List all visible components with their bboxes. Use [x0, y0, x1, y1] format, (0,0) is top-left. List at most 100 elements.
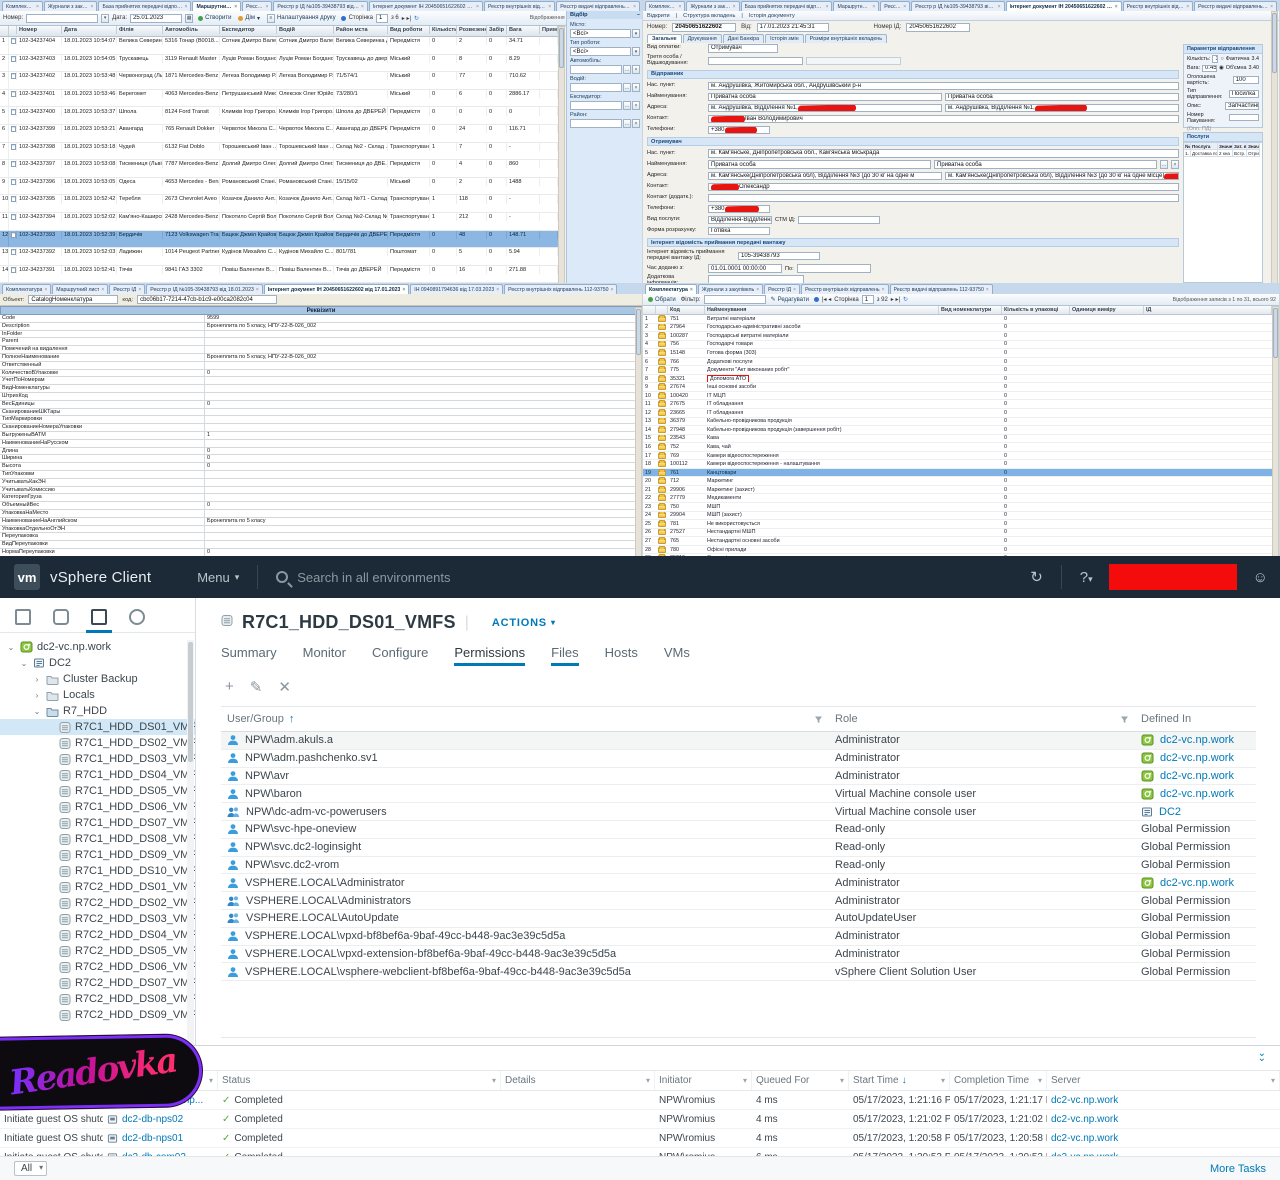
tree-item[interactable]: R7C2_HDD_DS05_VMFS [0, 943, 195, 959]
req-row[interactable]: ШтрихКод [0, 392, 642, 401]
tree-item[interactable]: R7C2_HDD_DS09_VMFS [0, 1007, 195, 1023]
form-input[interactable]: Готівка [708, 226, 770, 236]
lookup-icon[interactable]: … [1160, 160, 1168, 170]
tab-item[interactable]: База прийнятих передачі відповідальності… [98, 1, 192, 11]
column-header[interactable]: Водій [277, 26, 334, 34]
tab-permissions[interactable]: Permissions [454, 645, 525, 666]
permission-row[interactable]: VSPHERE.LOCAL\AutoUpdate AutoUpdateUser Gl… [221, 909, 1256, 928]
tab-hosts[interactable]: Hosts [605, 645, 638, 666]
column-header[interactable]: Вид роботи [388, 26, 430, 34]
catalog-row[interactable]: 3 100287 Господарські витратні матеріали 0 [643, 332, 1272, 341]
actions-button[interactable]: ACTIONS ▾ [492, 617, 556, 629]
refresh-icon[interactable]: ↻ [414, 15, 419, 22]
req-row[interactable]: Ширина 0 [0, 455, 642, 464]
catalog-row[interactable]: 28 780 Офісні прилади 0 [643, 545, 1272, 555]
cat-page-input[interactable]: 1 [861, 295, 874, 304]
param-input[interactable]: 100 [1232, 76, 1259, 84]
clear-icon[interactable]: × [632, 119, 640, 128]
tree-item[interactable]: R7C1_HDD_DS08_VMFS [0, 831, 195, 847]
filter-input[interactable] [570, 83, 622, 92]
tree-item[interactable]: R7C2_HDD_DS04_VMFS [0, 927, 195, 943]
tab-item[interactable]: Реєстр внутрішніх відправлень× [483, 1, 556, 11]
radio-icon[interactable]: ○ [1220, 56, 1223, 62]
tree-caret-icon[interactable]: ⌄ [19, 659, 29, 668]
column-header[interactable]: Status ▾ [218, 1071, 501, 1090]
collapse-panel-icon[interactable]: ⌄ ⌄ [1258, 1049, 1266, 1064]
column-header[interactable]: Completion Time ▾ [950, 1071, 1047, 1090]
tab-close-icon[interactable]: × [756, 287, 759, 293]
filter-input[interactable] [570, 65, 622, 74]
tab-close-icon[interactable]: × [690, 287, 693, 293]
tab-close-icon[interactable]: × [633, 4, 636, 10]
tab-close-icon[interactable]: × [234, 4, 237, 10]
param-input[interactable]: Запчастини [1225, 102, 1259, 110]
add-permission-button[interactable]: + [225, 678, 234, 696]
table-row[interactable]: 11 102-34237394 18.01.2023 10:52:02 Кам'яно… [0, 212, 558, 231]
tree-item[interactable]: R7C1_HDD_DS05_VMFS [0, 783, 195, 799]
tree-item[interactable]: R7C1_HDD_DS03_VMFS [0, 751, 195, 767]
dropdown-icon[interactable]: ▾ [632, 29, 640, 38]
doc-subtab[interactable]: Історія змін [765, 34, 804, 43]
tree-item[interactable]: R7C1_HDD_DS10_VMFS [0, 863, 195, 879]
task-server-link[interactable]: dc2-vc.np.work [1051, 1095, 1118, 1106]
filter-icon[interactable] [814, 715, 823, 724]
home-button[interactable]: Дім ▾ [236, 13, 262, 24]
table-row[interactable]: 12 102-34237393 18.01.2023 10:52:39 Бердичі… [0, 230, 558, 249]
table-row[interactable]: 4 102-34237401 18.01.2023 10:53:46 Берегоме… [0, 89, 558, 108]
defined-in-link[interactable]: dc2-vc.np.work [1160, 752, 1234, 764]
column-header[interactable]: Server ▾ [1047, 1071, 1280, 1090]
help-menu[interactable]: ?▾ [1080, 569, 1093, 586]
tab-item[interactable]: Реєстр ІД× [242, 1, 273, 11]
tab-item[interactable]: Реєстр внутрішніх відправлень× [801, 284, 889, 294]
task-target-link[interactable]: dc2-db-nps01 [122, 1133, 183, 1144]
networking-icon[interactable] [126, 608, 148, 626]
req-row[interactable]: Code 9599 [0, 315, 642, 323]
catalog-row[interactable]: 16 752 Кава, чай 0 [643, 443, 1272, 452]
tab-item[interactable]: Реєстр р ІД №105-39438793 від 18.01.2023… [273, 1, 368, 11]
vms-templates-icon[interactable] [50, 608, 72, 626]
catalog-row[interactable]: 10 100420 ІТ МЦП 0 [643, 391, 1272, 401]
req-row[interactable]: УпаковкаОтдельноОтЭН [0, 525, 642, 534]
route-table-scrollbar[interactable] [558, 26, 565, 288]
tab-close-icon[interactable]: × [476, 4, 479, 10]
lookup-icon[interactable]: … [623, 83, 631, 92]
req-row[interactable]: УчитыватьКомиссию [0, 486, 642, 495]
form-input[interactable]: м. Кам'янське(Дніпропетровська обл), Від… [945, 171, 1179, 181]
radio-icon[interactable]: ◉ [1219, 65, 1224, 71]
req-ref-input[interactable]: cbc06b17-7214-47cb-b1c9-e00ca2082c04 [137, 295, 278, 304]
form-input[interactable]: +380 [708, 125, 770, 135]
column-header[interactable]: Район мста [334, 26, 388, 34]
route-date-input[interactable]: 25.01.2023 [130, 13, 183, 23]
clear-icon[interactable]: × [632, 83, 640, 92]
cat-refresh-icon[interactable]: ↻ [903, 296, 908, 303]
defined-in-link[interactable]: dc2-vc.np.work [1160, 770, 1234, 782]
catalog-row[interactable]: 5 15148 Готова форма (303) 0 [643, 349, 1272, 358]
catalog-row[interactable]: 4 756 Господарчі товари 0 [643, 340, 1272, 350]
form-input[interactable] [806, 56, 901, 66]
column-header[interactable]: Initiator ▾ [655, 1071, 752, 1090]
tab-monitor[interactable]: Monitor [303, 645, 346, 666]
tab-close-icon[interactable]: × [1115, 4, 1118, 10]
tab-close-icon[interactable]: × [872, 4, 875, 10]
route-number-input[interactable] [26, 13, 99, 23]
cat-edit-button[interactable]: ✎ Редагувати [769, 294, 811, 305]
catalog-row[interactable]: 9 27674 Інші основні засоби 0 [643, 383, 1272, 392]
tab-close-icon[interactable]: × [402, 287, 405, 293]
tab-close-icon[interactable]: × [733, 4, 736, 10]
tree-caret-icon[interactable]: › [32, 675, 42, 684]
tab-item[interactable]: Реєстр ІД× [764, 284, 801, 294]
req-row[interactable]: Переупаковка [0, 533, 642, 542]
form-input[interactable]: Відділення-Відділення [708, 215, 772, 225]
tab-item[interactable]: Маршрутний лист× [192, 1, 242, 11]
tab-close-icon[interactable]: × [826, 4, 829, 10]
menu-item[interactable]: Відкрити [647, 13, 670, 19]
tab-item[interactable]: Реєстр видачі відправлень 112-93750× [556, 1, 640, 11]
tab-close-icon[interactable]: × [91, 4, 94, 10]
req-row[interactable]: ПолноеНаименование Бронеплита по 5 класу,… [0, 353, 642, 362]
param-input[interactable]: 1 [1212, 55, 1219, 63]
tab-close-icon[interactable]: × [679, 4, 682, 10]
remove-permission-button[interactable]: ✕ [278, 678, 291, 696]
hosts-clusters-icon[interactable] [12, 608, 34, 626]
clear-icon[interactable]: × [632, 101, 640, 110]
tab-item[interactable]: Журнали з закупівель× [697, 284, 764, 294]
